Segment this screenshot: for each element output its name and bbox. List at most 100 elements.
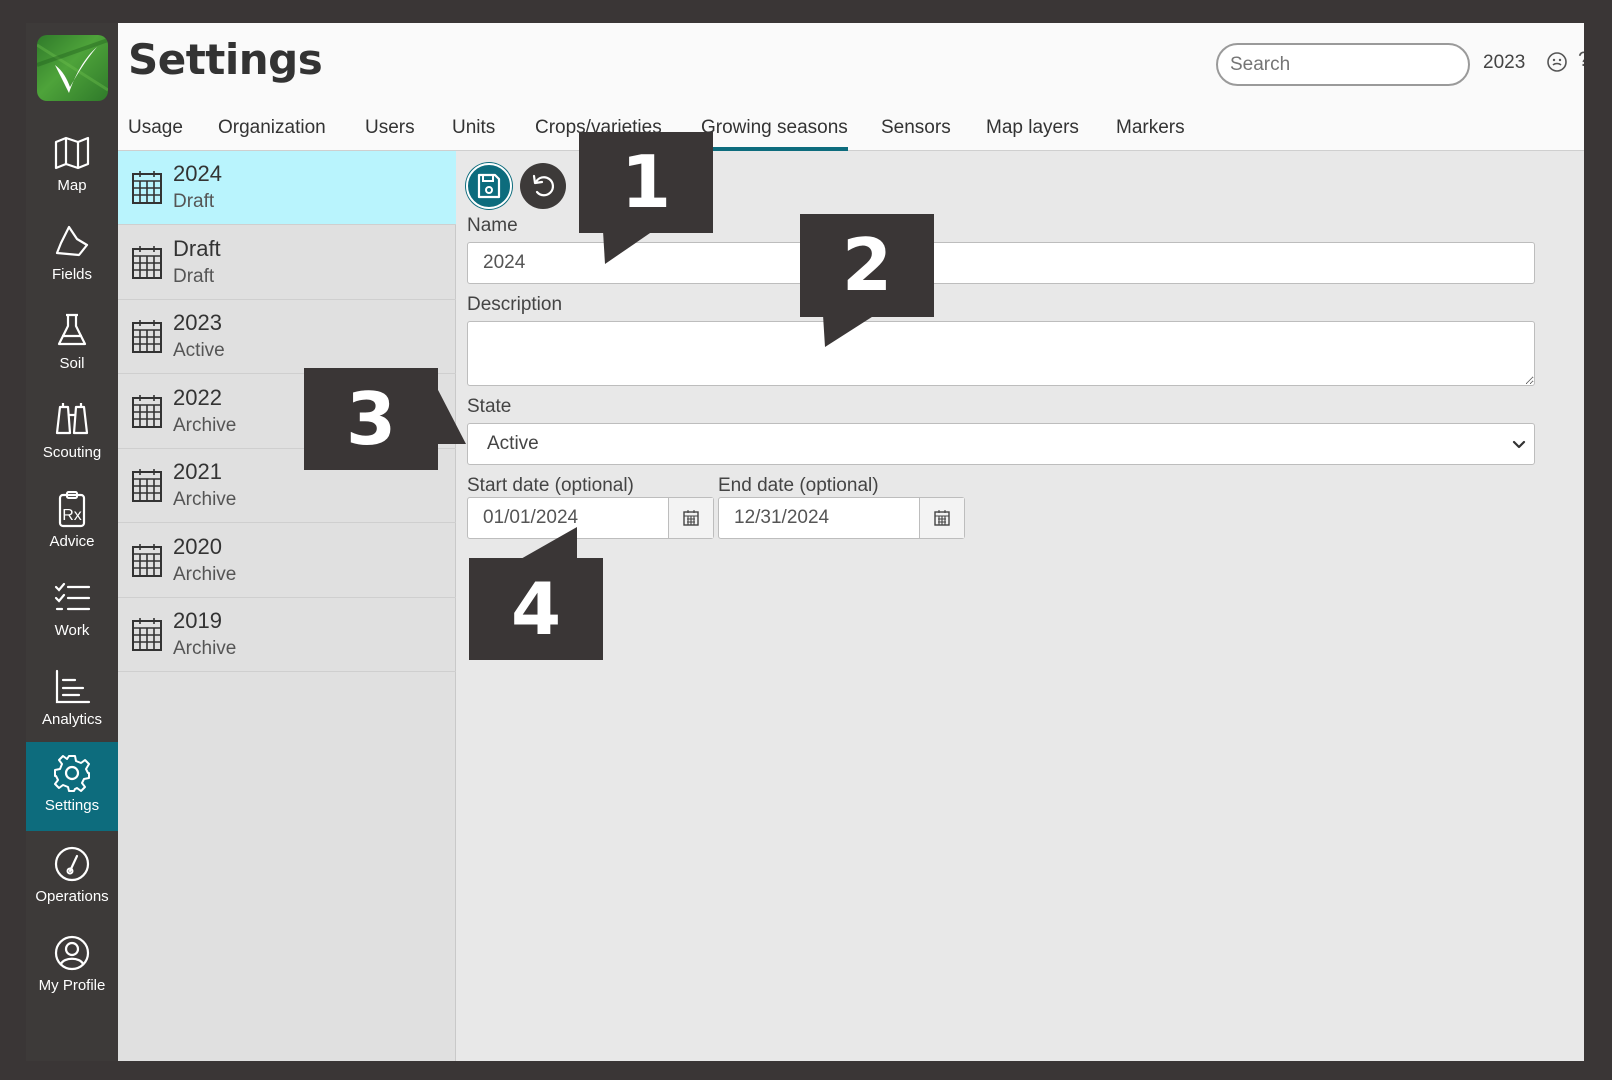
undo-button[interactable] — [520, 163, 566, 209]
season-list-item[interactable]: 2023 Active — [118, 300, 456, 374]
callout-2: 2 — [800, 214, 934, 317]
app-logo[interactable] — [37, 35, 108, 101]
calendar-icon — [934, 510, 950, 526]
page-title: Settings — [128, 35, 323, 84]
app-window: Map Fields Soil Scouting Rx Advice Work … — [26, 23, 1584, 1061]
season-state: Archive — [173, 489, 237, 510]
name-label: Name — [467, 215, 518, 236]
start-date-value: 01/01/2024 — [483, 507, 579, 528]
tab-markers[interactable]: Markers — [1116, 117, 1185, 151]
fields-icon — [55, 225, 89, 257]
season-form: Name Description State Active Start date… — [456, 151, 1584, 1061]
nav-label: My Profile — [38, 977, 106, 994]
gear-icon — [54, 755, 90, 792]
nav-label: Soil — [59, 355, 85, 372]
callout-1: 1 — [579, 132, 713, 233]
start-date-picker-button[interactable] — [668, 498, 713, 538]
season-name: 2019 — [173, 608, 222, 633]
end-date-field[interactable]: 12/31/2024 — [718, 497, 965, 539]
season-name: 2022 — [173, 384, 222, 410]
season-list-item[interactable]: 2020 Archive — [118, 524, 456, 598]
tab-organization[interactable]: Organization — [218, 117, 326, 151]
nav-label: Work — [54, 622, 90, 639]
nav-item-map[interactable]: Map — [26, 122, 118, 211]
season-list-item[interactable]: Draft Draft — [118, 226, 456, 300]
callout-4-pointer — [519, 527, 577, 560]
season-name: Draft — [173, 235, 221, 261]
gauge-icon — [54, 846, 90, 882]
nav-item-soil[interactable]: Soil — [26, 300, 118, 389]
start-date-field[interactable]: 01/01/2024 — [467, 497, 714, 539]
calendar-icon — [132, 618, 162, 651]
season-name: 2023 — [173, 310, 222, 335]
callout-3-pointer — [436, 386, 466, 444]
tab-users[interactable]: Users — [365, 117, 415, 151]
callout-2-pointer — [823, 315, 875, 347]
svg-text:Rx: Rx — [62, 507, 82, 524]
nav-item-settings[interactable]: Settings — [26, 742, 118, 831]
binoculars-icon — [55, 403, 89, 435]
header: Settings 2023 ? Usage Organization Users… — [118, 23, 1584, 151]
nav-label: Operations — [35, 888, 109, 905]
nav-label: Map — [57, 177, 87, 194]
tab-usage[interactable]: Usage — [128, 117, 183, 151]
nav-label: Settings — [44, 797, 100, 814]
save-button[interactable] — [466, 163, 512, 209]
callout-1-pointer — [603, 231, 653, 264]
tab-growing-seasons[interactable]: Growing seasons — [701, 117, 848, 151]
end-date-label: End date (optional) — [718, 475, 879, 496]
description-field[interactable] — [467, 321, 1535, 386]
nav-item-work[interactable]: Work — [26, 567, 118, 656]
help-icon[interactable]: ? — [1578, 48, 1584, 72]
search-input[interactable] — [1216, 43, 1470, 86]
nav-item-fields[interactable]: Fields — [26, 211, 118, 300]
season-name: 2024 — [173, 161, 222, 186]
calendar-icon — [132, 394, 162, 428]
season-state: Archive — [173, 638, 237, 659]
season-state: Active — [173, 340, 225, 361]
nav-item-analytics[interactable]: Analytics — [26, 656, 118, 745]
checklist-icon — [54, 582, 91, 611]
season-state: Archive — [173, 414, 237, 436]
start-date-label: Start date (optional) — [467, 475, 634, 496]
nav-label: Fields — [51, 266, 92, 283]
callout-4: 4 — [469, 558, 603, 660]
chevron-down-icon — [1512, 440, 1526, 449]
end-date-picker-button[interactable] — [919, 498, 964, 538]
season-name: 2020 — [173, 533, 222, 559]
season-list-item[interactable]: 2019 Archive — [118, 598, 456, 672]
state-selected-value: Active — [487, 433, 539, 454]
state-select[interactable]: Active — [467, 423, 1535, 465]
user-circle-icon — [54, 935, 90, 971]
calendar-icon — [132, 171, 162, 204]
state-label: State — [467, 396, 512, 417]
prescription-clipboard-icon: Rx — [58, 491, 86, 528]
main-nav: Map Fields Soil Scouting Rx Advice Work … — [26, 23, 118, 1061]
tab-sensors[interactable]: Sensors — [881, 117, 951, 151]
season-state: Draft — [173, 191, 215, 212]
nav-item-my-profile[interactable]: My Profile — [26, 922, 118, 1011]
year-selector[interactable]: 2023 — [1483, 52, 1525, 74]
description-label: Description — [467, 294, 563, 315]
calendar-icon — [132, 543, 162, 577]
season-state: Draft — [173, 265, 215, 287]
season-list-item[interactable]: 2024 Draft — [118, 151, 456, 225]
calendar-icon — [132, 469, 162, 502]
tab-units[interactable]: Units — [452, 117, 495, 151]
map-icon — [54, 136, 90, 170]
nav-item-scouting[interactable]: Scouting — [26, 389, 118, 478]
callout-3: 3 — [304, 368, 438, 470]
tab-map-layers[interactable]: Map layers — [986, 117, 1079, 151]
season-list: 2024 Draft Draft Draft 2023 Active 2022 Archive… — [118, 151, 456, 1061]
chart-icon — [55, 669, 91, 704]
nav-label: Scouting — [42, 444, 102, 461]
nav-item-operations[interactable]: Operations — [26, 833, 118, 922]
calendar-icon — [132, 245, 162, 279]
season-name: 2021 — [173, 459, 222, 484]
nav-item-advice[interactable]: Rx Advice — [26, 478, 118, 567]
undo-icon — [532, 174, 555, 197]
feedback-smiley-icon[interactable] — [1546, 51, 1568, 73]
flask-icon — [57, 313, 87, 346]
season-state: Archive — [173, 563, 237, 585]
floppy-disk-icon — [477, 173, 501, 199]
